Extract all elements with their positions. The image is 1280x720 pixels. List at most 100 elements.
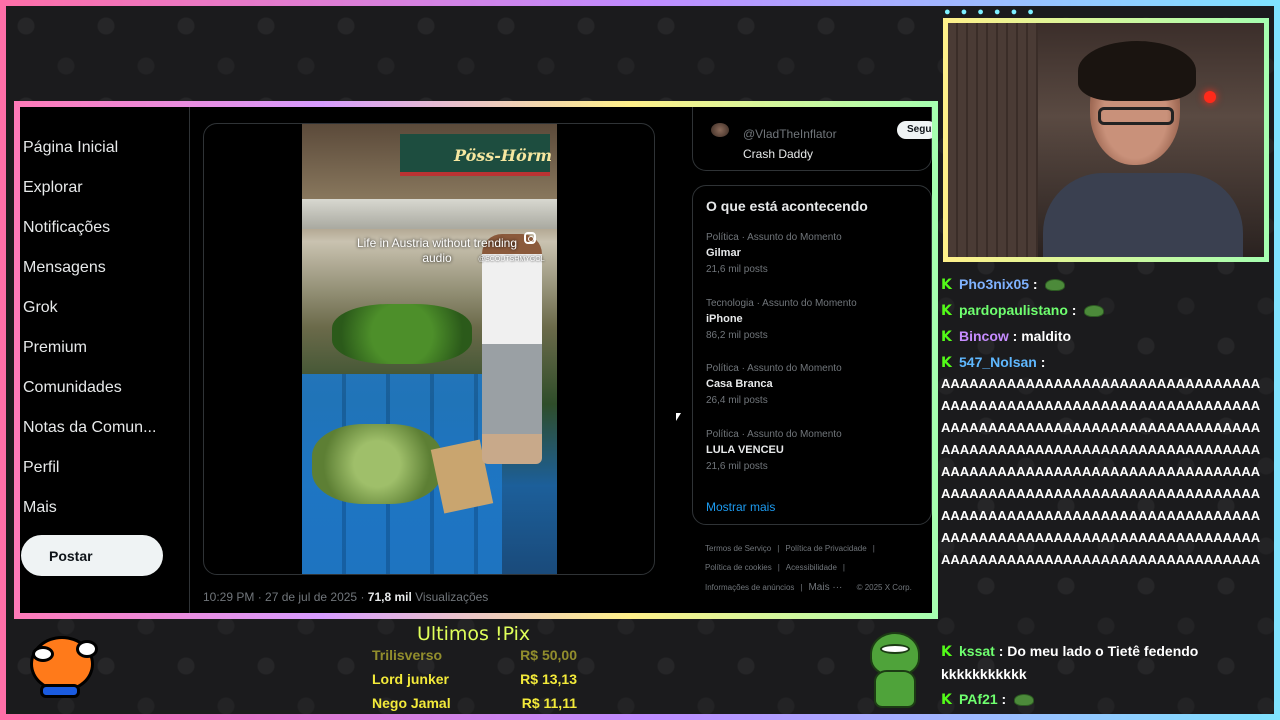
streamer-hair xyxy=(1078,41,1196,101)
trend-meta: Política · Assunto do Momento xyxy=(706,363,842,374)
video-player[interactable]: Pöss-Hörm Life in Austria without trendi… xyxy=(302,124,557,574)
red-light xyxy=(1204,91,1216,103)
frog-emote-icon xyxy=(1084,305,1105,318)
chat-text: : xyxy=(1036,354,1046,370)
pix-amount: R$ 13,13 xyxy=(520,671,577,687)
chat-text: : maldito xyxy=(1008,328,1072,344)
nav-profile[interactable]: Perfil xyxy=(23,459,59,477)
column-divider xyxy=(189,107,190,613)
kick-badge-icon: K xyxy=(941,329,952,345)
trends-title: O que está acontecendo xyxy=(706,198,868,214)
mascot-eye xyxy=(32,646,54,662)
privacy-link[interactable]: Política de Privacidade xyxy=(785,544,866,553)
mascot-leg xyxy=(40,684,80,698)
nav-messages[interactable]: Mensagens xyxy=(23,259,106,277)
kick-badge-icon: K xyxy=(941,303,952,319)
video-handle: @SCOUTSHMYGOL xyxy=(478,256,545,263)
avatar[interactable] xyxy=(711,123,729,137)
pix-title: Ultimos !Pix xyxy=(417,623,531,645)
instagram-icon xyxy=(524,232,536,244)
trend-name: Casa Branca xyxy=(706,378,773,390)
more-link[interactable]: Mais ··· xyxy=(808,582,842,593)
chat-username[interactable]: pardopaulistano xyxy=(959,302,1068,318)
frog-emote-icon xyxy=(1045,279,1066,292)
nav-more[interactable]: Mais xyxy=(23,499,57,517)
chat-message: Kpardopaulistano : xyxy=(941,299,1269,322)
pix-donor: Lord junker xyxy=(372,671,450,687)
follow-name[interactable]: Crash Daddy xyxy=(743,147,813,161)
chat-username[interactable]: Pho3nix05 xyxy=(959,276,1029,292)
trend-item[interactable]: Política · Assunto do Momento Gilmar 21,… xyxy=(706,232,842,275)
browser-capture-frame: Página Inicial Explorar Notificações Men… xyxy=(14,101,938,619)
trend-item[interactable]: Tecnologia · Assunto do Momento iPhone 8… xyxy=(706,298,857,341)
pepe-frog-icon xyxy=(866,632,924,710)
webcam-feed xyxy=(948,23,1264,257)
vegetables-upper xyxy=(332,304,472,364)
footer-separator: | xyxy=(872,544,875,553)
show-more-link[interactable]: Mostrar mais xyxy=(706,500,775,514)
market-sign-text: Pöss-Hörm xyxy=(454,146,553,165)
nav-home[interactable]: Página Inicial xyxy=(23,139,118,157)
tweet-metadata: 10:29 PM · 27 de jul de 2025 · 71,8 mil … xyxy=(203,590,488,604)
pix-donor: Trilisverso xyxy=(372,647,443,663)
streamer-body xyxy=(1043,173,1243,257)
glasses xyxy=(1098,107,1174,125)
accessibility-link[interactable]: Acessibilidade xyxy=(786,563,837,572)
who-to-follow-card: @VladTheInflator Crash Daddy Seguir xyxy=(692,107,932,171)
chat-username[interactable]: kssat xyxy=(959,643,995,659)
trend-item[interactable]: Política · Assunto do Momento Casa Branc… xyxy=(706,363,842,406)
mascot-eye xyxy=(76,640,98,658)
footer-separator: | xyxy=(777,544,780,553)
pix-donor: Nego Jamal xyxy=(372,695,451,711)
chat-username[interactable]: Bincow xyxy=(959,328,1009,344)
post-button[interactable]: Postar xyxy=(21,535,163,576)
trend-item[interactable]: Política · Assunto do Momento LULA VENCE… xyxy=(706,429,842,472)
footer-separator: | xyxy=(800,583,803,592)
follow-button[interactable]: Seguir xyxy=(897,121,932,139)
tweet-media[interactable]: Pöss-Hörm Life in Austria without trendi… xyxy=(203,123,655,575)
terms-link[interactable]: Termos de Serviço xyxy=(705,544,771,553)
nav-grok[interactable]: Grok xyxy=(23,299,58,317)
footer-separator xyxy=(848,583,850,592)
nav-communities[interactable]: Comunidades xyxy=(23,379,122,397)
chat-message: Kkssat : Do meu lado o Tietê fedendo kkk… xyxy=(941,640,1269,685)
chat-username[interactable]: 547_Nolsan xyxy=(959,354,1037,370)
footer-row-2: Política de cookies | Acessibilidade | xyxy=(705,563,851,572)
chat-spam-text: AAAAAAAAAAAAAAAAAAAAAAAAAAAAAAAAAAAAAAAA… xyxy=(941,376,1261,567)
artichokes xyxy=(312,424,442,504)
ads-info-link[interactable]: Informações de anúncios xyxy=(705,583,794,592)
trends-panel: O que está acontecendo Política · Assunt… xyxy=(692,185,932,525)
follow-handle[interactable]: @VladTheInflator xyxy=(743,127,837,141)
chat-message: K Bincow : maldito xyxy=(941,325,1269,348)
chat-text: : xyxy=(1067,302,1081,318)
views-label: Visualizações xyxy=(411,590,489,604)
tweet-time[interactable]: 10:29 PM · 27 de jul de 2025 · xyxy=(203,590,368,604)
sidebar-nav: Página Inicial Explorar Notificações Men… xyxy=(20,107,196,613)
trend-count: 21,6 mil posts xyxy=(706,461,768,472)
nav-community-notes[interactable]: Notas da Comun... xyxy=(23,419,156,437)
webcam-frame xyxy=(943,18,1269,262)
trend-meta: Tecnologia · Assunto do Momento xyxy=(706,298,857,309)
nav-notifications[interactable]: Notificações xyxy=(23,219,110,237)
cookies-link[interactable]: Política de cookies xyxy=(705,563,772,572)
frog-emote-icon xyxy=(1014,694,1035,707)
kick-badge-icon: K xyxy=(941,277,952,293)
nav-explore[interactable]: Explorar xyxy=(23,179,83,197)
emote-row: ●●●●●● xyxy=(944,6,1044,18)
kick-badge-icon: K xyxy=(941,355,952,371)
trend-count: 21,6 mil posts xyxy=(706,264,768,275)
chat-message: K Pho3nix05 : xyxy=(941,273,1269,296)
chat-username[interactable]: PAf21 xyxy=(959,691,998,707)
trend-count: 86,2 mil posts xyxy=(706,330,768,341)
chat-panel: K Pho3nix05 : Kpardopaulistano : K Bincow … xyxy=(941,250,1271,715)
footer-separator: | xyxy=(777,563,780,572)
nav-premium[interactable]: Premium xyxy=(23,339,87,357)
trend-name: LULA VENCEU xyxy=(706,444,784,456)
trend-meta: Política · Assunto do Momento xyxy=(706,232,842,243)
copyright-text: © 2025 X Corp. xyxy=(856,583,912,592)
footer-row-1: Termos de Serviço | Política de Privacidad… xyxy=(705,544,881,553)
chat-text: : xyxy=(1029,276,1042,292)
acoustic-wall xyxy=(948,23,1038,257)
view-count: 71,8 mil xyxy=(367,590,412,604)
trend-name: iPhone xyxy=(706,313,743,325)
